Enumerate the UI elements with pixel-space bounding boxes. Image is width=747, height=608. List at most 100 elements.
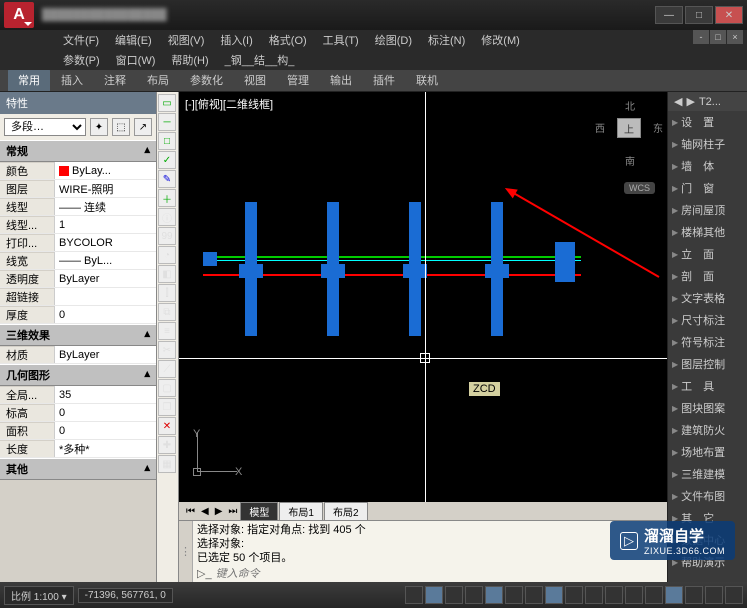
tool-grid-icon[interactable]: ▦ [158, 455, 176, 473]
tool-palette-icon[interactable]: ◔ [158, 246, 176, 264]
drawing-canvas[interactable]: [-][俯视][二维线框] ZCD [179, 92, 667, 502]
property-value[interactable]: 0 [54, 306, 156, 323]
property-value[interactable]: BYCOLOR [54, 234, 156, 251]
property-group-header[interactable]: 三维效果▴ [0, 324, 156, 346]
menu-draw[interactable]: 绘图(D) [367, 30, 420, 50]
tool-palette-header[interactable]: ◀▶T2... [668, 92, 747, 111]
quick-select-icon[interactable]: ↗ [134, 118, 152, 136]
property-value[interactable]: 0 [54, 422, 156, 439]
property-row[interactable]: 线宽—— ByL... [0, 252, 156, 270]
property-row[interactable]: 超链接 [0, 288, 156, 306]
layout-tab-2[interactable]: 布局2 [324, 502, 368, 521]
menu-format[interactable]: 格式(O) [261, 30, 315, 50]
ribbon-tab-parametric[interactable]: 参数化 [180, 69, 233, 91]
menu-view[interactable]: 视图(V) [160, 30, 213, 50]
layout-prev-icon[interactable]: ◀ [198, 506, 212, 517]
palette-item[interactable]: 墙 体 [668, 155, 747, 177]
status-tpy-icon[interactable] [605, 586, 623, 604]
close-button[interactable]: ✕ [715, 6, 743, 24]
tool-check-icon[interactable]: ✓ [158, 151, 176, 169]
property-group-header[interactable]: 常规▴ [0, 140, 156, 162]
palette-item[interactable]: 门 窗 [668, 177, 747, 199]
palette-item[interactable]: 工 具 [668, 375, 747, 397]
status-more-icon[interactable] [725, 586, 743, 604]
property-value[interactable]: 0 [54, 404, 156, 421]
wcs-label[interactable]: WCS [624, 182, 655, 194]
property-value[interactable]: ByLayer [54, 346, 156, 363]
property-row[interactable]: 材质ByLayer [0, 346, 156, 364]
status-ducs-icon[interactable] [545, 586, 563, 604]
menu-tools[interactable]: 工具(T) [315, 30, 367, 50]
property-value[interactable]: WIRE-照明 [54, 180, 156, 197]
layout-last-icon[interactable]: ⏭ [225, 506, 240, 517]
palette-item[interactable]: 房间屋顶 [668, 199, 747, 221]
tool-line-icon[interactable]: ─ [158, 113, 176, 131]
property-row[interactable]: 透明度ByLayer [0, 270, 156, 288]
tool-roll-icon[interactable]: ⧉ [158, 303, 176, 321]
ucs-icon[interactable] [197, 432, 237, 472]
menu-dimension[interactable]: 标注(N) [420, 30, 473, 50]
command-input[interactable] [212, 568, 663, 580]
tool-cut-icon[interactable]: ✂ [158, 341, 176, 359]
menu-window[interactable]: 窗口(W) [108, 50, 164, 70]
palette-item[interactable]: 文件布图 [668, 485, 747, 507]
layout-tab-1[interactable]: 布局1 [279, 502, 323, 521]
property-value[interactable] [54, 288, 156, 305]
tool-info-icon[interactable]: ⓘ [158, 208, 176, 226]
property-value[interactable]: *多种* [54, 440, 156, 457]
palette-item[interactable]: 图块图案 [668, 397, 747, 419]
ribbon-tab-home[interactable]: 常用 [8, 69, 50, 91]
tool-x-icon[interactable]: ✕ [158, 417, 176, 435]
property-row[interactable]: 标高0 [0, 404, 156, 422]
command-resize-grip[interactable]: ⋮ [179, 521, 193, 582]
palette-item[interactable]: 楼梯其他 [668, 221, 747, 243]
status-snap-icon[interactable] [405, 586, 423, 604]
view-label[interactable]: [-][俯视][二维线框] [185, 96, 273, 112]
layout-first-icon[interactable]: ⏮ [183, 506, 198, 517]
properties-header[interactable]: 特性 [0, 92, 156, 114]
property-row[interactable]: 线型—— 连续 [0, 198, 156, 216]
palette-item[interactable]: 轴网柱子 [668, 133, 747, 155]
tool-edit-icon[interactable]: ✎ [158, 170, 176, 188]
tool-door-icon[interactable]: ⫿ [158, 284, 176, 302]
layout-tab-model[interactable]: 模型 [240, 502, 278, 521]
status-ws-icon[interactable] [705, 586, 723, 604]
maximize-button[interactable]: □ [685, 6, 713, 24]
property-row[interactable]: 打印...BYCOLOR [0, 234, 156, 252]
property-row[interactable]: 图层WIRE-照明 [0, 180, 156, 198]
palette-item[interactable]: 设 置 [668, 111, 747, 133]
property-group-header[interactable]: 其他▴ [0, 458, 156, 480]
layout-next-icon[interactable]: ▶ [212, 506, 226, 517]
mdi-minimize[interactable]: - [693, 30, 709, 44]
scale-control[interactable]: 比例 1:100 ▾ [4, 586, 74, 605]
property-value[interactable]: —— ByL... [54, 252, 156, 269]
status-dyn-icon[interactable] [565, 586, 583, 604]
property-row[interactable]: 厚度0 [0, 306, 156, 324]
status-osnap-icon[interactable] [485, 586, 503, 604]
tool-cross-icon[interactable]: ✚ [158, 436, 176, 454]
property-row[interactable]: 线型...1 [0, 216, 156, 234]
property-row[interactable]: 面积0 [0, 422, 156, 440]
palette-item[interactable]: 场地布置 [668, 441, 747, 463]
property-group-header[interactable]: 几何图形▴ [0, 364, 156, 386]
palette-item[interactable]: 图层控制 [668, 353, 747, 375]
property-value[interactable]: ByLayer [54, 270, 156, 287]
ribbon-tab-insert[interactable]: 插入 [51, 69, 93, 91]
status-lwt-icon[interactable] [585, 586, 603, 604]
minimize-button[interactable]: — [655, 6, 683, 24]
ribbon-tab-online[interactable]: 联机 [406, 69, 448, 91]
property-row[interactable]: 颜色ByLay... [0, 162, 156, 180]
select-objects-icon[interactable]: ⬚ [112, 118, 130, 136]
coordinates-display[interactable]: -71396, 567761, 0 [78, 588, 173, 603]
status-sc-icon[interactable] [645, 586, 663, 604]
menu-edit[interactable]: 编辑(E) [107, 30, 160, 50]
status-otrack-icon[interactable] [525, 586, 543, 604]
property-value[interactable]: ByLay... [54, 162, 156, 179]
property-value[interactable]: 35 [54, 386, 156, 403]
status-model-icon[interactable] [665, 586, 683, 604]
menu-steel[interactable]: _钢__结__构_ [217, 50, 303, 70]
tool-copy-icon[interactable]: ❐ [158, 398, 176, 416]
tool-plus-icon[interactable]: ＋ [158, 189, 176, 207]
status-ann-icon[interactable] [685, 586, 703, 604]
tool-rect-icon[interactable]: □ [158, 132, 176, 150]
